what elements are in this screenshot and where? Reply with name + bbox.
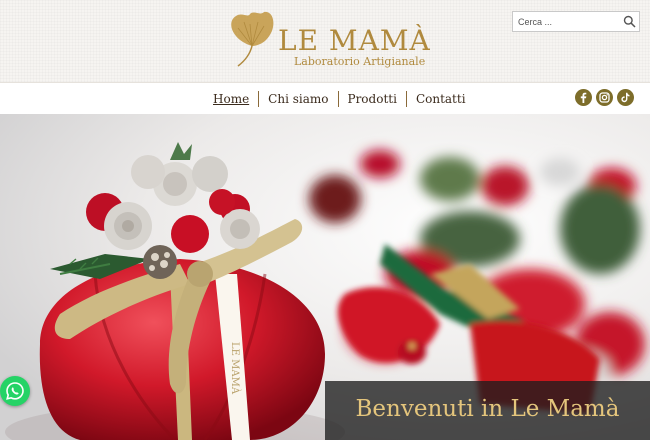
- hero-caption: Benvenuti in Le Mamà: [355, 396, 620, 422]
- search-input[interactable]: [513, 12, 617, 31]
- search-icon[interactable]: [623, 15, 636, 28]
- ribbon-brand-text: LE MAMÀ: [229, 342, 241, 395]
- hero-caption-banner: Benvenuti in Le Mamà: [325, 381, 650, 440]
- site-logo[interactable]: LE MAMÀ Laboratorio Artigianale: [224, 10, 434, 72]
- social-links: [575, 89, 634, 106]
- nav-item-home[interactable]: Home: [204, 91, 258, 107]
- nav-menu: Home Chi siamo Prodotti Contatti: [204, 89, 475, 109]
- whatsapp-button[interactable]: [0, 376, 30, 406]
- brand-tagline: Laboratorio Artigianale: [294, 55, 426, 68]
- nav-item-prodotti[interactable]: Prodotti: [339, 91, 406, 107]
- instagram-icon[interactable]: [596, 89, 613, 106]
- site-header: LE MAMÀ Laboratorio Artigianale: [0, 0, 650, 82]
- hero-slider: LE MAMÀ Benvenuti in Le Mamà: [0, 114, 650, 440]
- facebook-icon[interactable]: [575, 89, 592, 106]
- ginkgo-leaf-logo-icon: [231, 11, 274, 67]
- brand-name: LE MAMÀ: [278, 24, 431, 57]
- search-box: [512, 11, 640, 32]
- whatsapp-icon: [6, 382, 24, 400]
- nav-item-chi-siamo[interactable]: Chi siamo: [259, 91, 337, 107]
- tiktok-icon[interactable]: [617, 89, 634, 106]
- main-nav: Home Chi siamo Prodotti Contatti: [0, 82, 650, 114]
- nav-item-contatti[interactable]: Contatti: [407, 91, 475, 107]
